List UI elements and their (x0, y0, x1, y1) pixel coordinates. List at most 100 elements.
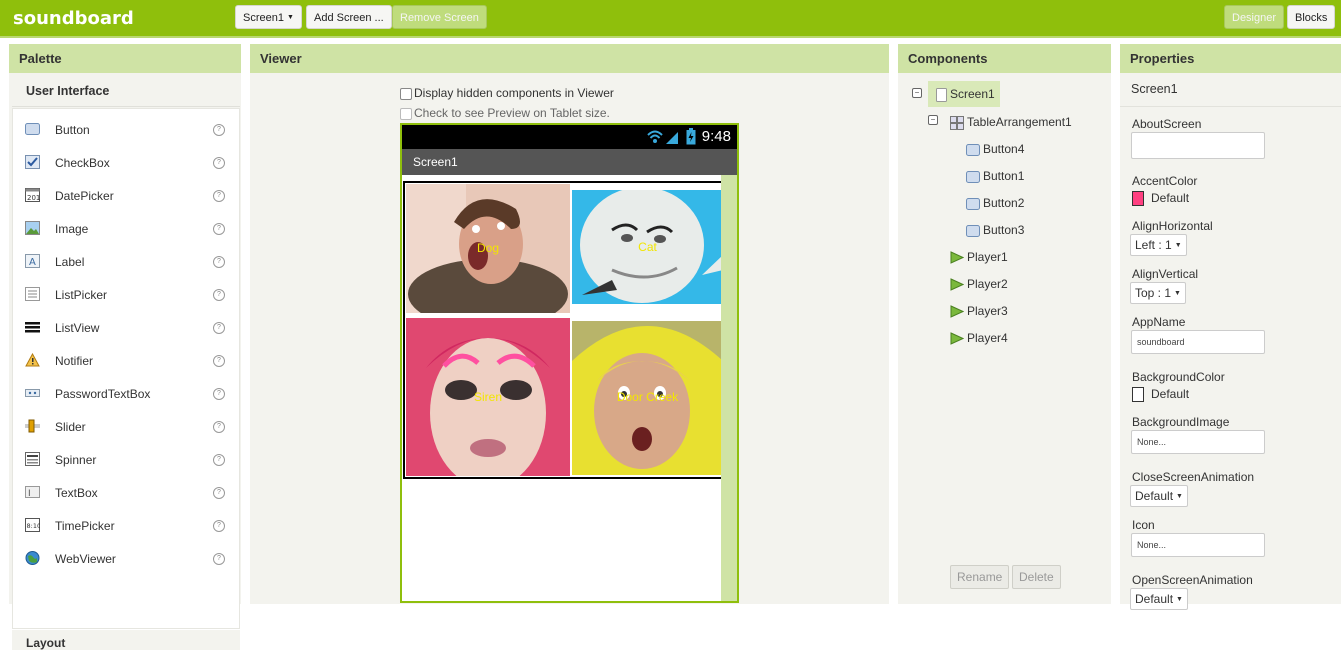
help-icon[interactable]: ? (213, 256, 225, 268)
palette-item-label: DatePicker (55, 189, 114, 203)
palette-item-label: ListPicker (55, 288, 108, 302)
battery-icon (686, 128, 696, 145)
help-icon[interactable]: ? (213, 322, 225, 334)
tree-item-button1[interactable]: Button1 (966, 165, 1024, 187)
background-color-value: Default (1151, 387, 1190, 401)
tree-item-player3[interactable]: Player3 (950, 300, 1008, 322)
tree-label: Button3 (983, 223, 1025, 237)
delete-button[interactable]: Delete (1012, 565, 1061, 589)
align-vertical-select[interactable]: Top : 1 ▼ (1130, 282, 1186, 304)
tree-item-screen1[interactable]: Screen1 (936, 83, 995, 105)
properties-header: Properties (1120, 44, 1341, 73)
palette-item-label: CheckBox (55, 156, 110, 170)
palette-category-user-interface[interactable]: User Interface (12, 77, 240, 107)
viewer-header: Viewer (250, 44, 889, 73)
play-icon (950, 332, 964, 346)
palette-item-checkbox[interactable]: CheckBox ? (13, 146, 239, 179)
help-icon[interactable]: ? (213, 487, 225, 499)
palette-item-listpicker[interactable]: ListPicker ? (13, 278, 239, 311)
tree-label: Screen1 (950, 87, 995, 101)
chevron-down-icon: ▼ (1176, 595, 1183, 603)
palette-item-slider[interactable]: Slider ? (13, 410, 239, 443)
svg-text:8:10: 8:10 (27, 522, 41, 530)
help-icon[interactable]: ? (213, 520, 225, 532)
palette-item-passwordtextbox[interactable]: PasswordTextBox ? (13, 377, 239, 410)
components-panel: Components − Screen1 − TableArrangement1… (898, 44, 1111, 604)
palette-item-button[interactable]: Button ? (13, 113, 239, 146)
tablet-preview-checkbox[interactable]: Check to see Preview on Tablet size. (400, 106, 610, 120)
help-icon[interactable]: ? (213, 223, 225, 235)
about-screen-textarea[interactable] (1131, 132, 1265, 159)
designer-button[interactable]: Designer (1224, 5, 1285, 29)
help-icon[interactable]: ? (213, 553, 225, 565)
palette-category-layout[interactable]: Layout (12, 630, 240, 650)
palette-item-label: Image (55, 222, 89, 236)
collapse-icon[interactable]: − (912, 88, 922, 98)
background-image-label: BackgroundImage (1132, 415, 1230, 429)
palette-item-label: Notifier (55, 354, 94, 368)
help-icon[interactable]: ? (213, 190, 225, 202)
spinner-icon (25, 452, 40, 466)
rename-button[interactable]: Rename (950, 565, 1010, 589)
add-screen-button[interactable]: Add Screen ... (306, 5, 392, 29)
tree-item-button3[interactable]: Button3 (966, 219, 1024, 241)
help-icon[interactable]: ? (213, 388, 225, 400)
door-creek-button[interactable]: Door Creek (572, 321, 723, 475)
tree-label: Button2 (983, 196, 1025, 210)
close-animation-select[interactable]: Default ▼ (1130, 485, 1188, 507)
align-horizontal-select[interactable]: Left : 1 ▼ (1130, 234, 1187, 256)
palette-list: Button ? CheckBox ? 201 DatePicker ? Ima… (12, 108, 240, 629)
help-icon[interactable]: ? (213, 124, 225, 136)
help-icon[interactable]: ? (213, 157, 225, 169)
image-icon (25, 221, 40, 235)
status-bar: 9:48 (402, 125, 737, 149)
palette-item-image[interactable]: Image ? (13, 212, 239, 245)
checkbox-box[interactable] (400, 107, 412, 120)
screen-select[interactable]: Screen1 ▼ (235, 5, 302, 29)
palette-item-spinner[interactable]: Spinner ? (13, 443, 239, 476)
blocks-button[interactable]: Blocks (1287, 5, 1336, 29)
tree-item-tablearrangement1[interactable]: TableArrangement1 (950, 111, 1072, 133)
components-header: Components (898, 44, 1111, 73)
color-swatch (1132, 191, 1144, 207)
help-icon[interactable]: ? (213, 421, 225, 433)
tree-item-player1[interactable]: Player1 (950, 246, 1008, 268)
siren-button[interactable]: Siren (406, 318, 570, 476)
palette-item-label: TimePicker (55, 519, 115, 533)
table-arrangement[interactable]: Dog Cat Siren Door Creek (403, 181, 723, 479)
collapse-icon[interactable]: − (928, 115, 938, 125)
app-title: soundboard (13, 8, 134, 29)
app-name-input[interactable]: soundboard (1131, 330, 1265, 354)
icon-picker[interactable]: None... (1131, 533, 1265, 557)
cat-button[interactable]: Cat (572, 190, 723, 304)
background-image-picker[interactable]: None... (1131, 430, 1265, 454)
palette-item-webviewer[interactable]: WebViewer ? (13, 542, 239, 575)
svg-text:A: A (29, 257, 36, 268)
remove-screen-button[interactable]: Remove Screen (392, 5, 487, 29)
phone-scrollbar[interactable] (721, 175, 737, 601)
background-color-picker[interactable]: Default (1132, 387, 1190, 403)
help-icon[interactable]: ? (213, 355, 225, 367)
palette-item-listview[interactable]: ListView ? (13, 311, 239, 344)
open-animation-select[interactable]: Default ▼ (1130, 588, 1188, 610)
display-hidden-checkbox[interactable]: Display hidden components in Viewer (400, 86, 614, 100)
palette-item-notifier[interactable]: Notifier ? (13, 344, 239, 377)
help-icon[interactable]: ? (213, 454, 225, 466)
palette-item-label: Slider (55, 420, 86, 434)
dog-button[interactable]: Dog (406, 184, 570, 313)
tree-label: Player2 (967, 277, 1008, 291)
tree-item-player4[interactable]: Player4 (950, 327, 1008, 349)
tree-item-button2[interactable]: Button2 (966, 192, 1024, 214)
palette-item-label[interactable]: A Label ? (13, 245, 239, 278)
close-animation-value: Default (1135, 489, 1174, 503)
tree-item-button4[interactable]: Button4 (966, 138, 1024, 160)
palette-item-textbox[interactable]: I TextBox ? (13, 476, 239, 509)
palette-item-label: WebViewer (55, 552, 116, 566)
help-icon[interactable]: ? (213, 289, 225, 301)
accent-color-picker[interactable]: Default (1132, 191, 1189, 207)
palette-item-timepicker[interactable]: 8:10 TimePicker ? (13, 509, 239, 542)
checkbox-box[interactable] (400, 87, 412, 100)
tree-item-player2[interactable]: Player2 (950, 273, 1008, 295)
play-icon (950, 305, 964, 319)
palette-item-datepicker[interactable]: 201 DatePicker ? (13, 179, 239, 212)
